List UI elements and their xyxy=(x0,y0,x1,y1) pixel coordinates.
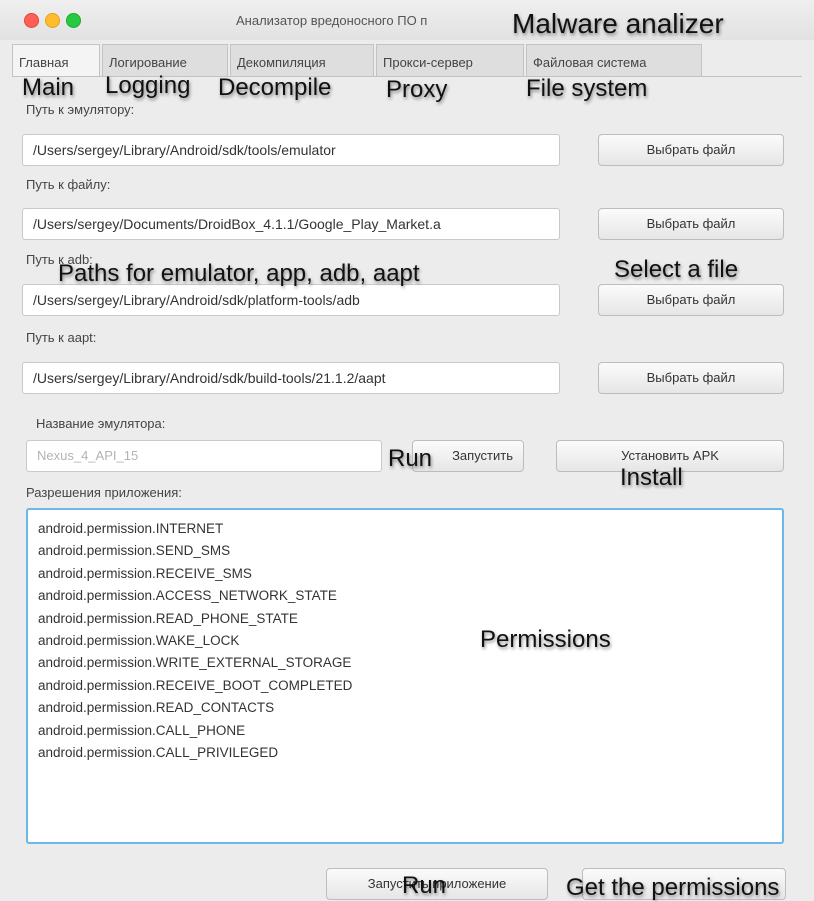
tab-main[interactable]: Главная xyxy=(12,44,100,78)
tab-main-label: Главная xyxy=(19,55,69,70)
aapt-path-label: Путь к aapt: xyxy=(26,330,97,345)
permission-item: android.permission.CALL_PRIVILEGED xyxy=(38,745,279,761)
permissions-list[interactable]: android.permission.INTERNET android.perm… xyxy=(26,508,784,844)
caption-paths: Paths for emulator, app, adb, aapt xyxy=(58,260,420,287)
permission-item: android.permission.CALL_PHONE xyxy=(38,722,246,738)
file-path-label: Путь к файлу: xyxy=(26,177,111,192)
permission-item: android.permission.WRITE_EXTERNAL_STORAG… xyxy=(38,655,352,671)
adb-path-field[interactable]: /Users/sergey/Library/Android/sdk/platfo… xyxy=(22,284,560,316)
caption-run-emulator: Run xyxy=(388,445,433,472)
app-window: Анализатор вредоносного ПО п Malware ana… xyxy=(0,0,814,901)
choose-aapt-file-button[interactable]: Выбрать файл xyxy=(598,362,784,394)
emulator-name-label: Название эмулятора: xyxy=(36,416,166,431)
emulator-name-field[interactable]: Nexus_4_API_15 xyxy=(26,440,382,472)
zoom-window-button[interactable] xyxy=(66,13,81,28)
caption-run-app: Run xyxy=(402,872,447,899)
tab-file-system[interactable]: Файловая система xyxy=(526,44,702,76)
permission-item: android.permission.INTERNET xyxy=(38,521,224,536)
choose-app-file-button[interactable]: Выбрать файл xyxy=(598,208,784,240)
file-path-field[interactable]: /Users/sergey/Documents/DroidBox_4.1.1/G… xyxy=(22,208,560,240)
permission-item: android.permission.WAKE_LOCK xyxy=(38,633,240,649)
caption-select-file: Select a file xyxy=(614,256,739,283)
tab-file-system-label: Файловая система xyxy=(533,55,647,70)
permission-item: android.permission.ACCESS_NETWORK_STATE xyxy=(38,588,337,604)
caption-decompile: Decompile xyxy=(218,74,332,101)
choose-emulator-file-button[interactable]: Выбрать файл xyxy=(598,134,784,166)
emulator-path-label: Путь к эмулятору: xyxy=(26,102,135,117)
permission-item: android.permission.RECEIVE_BOOT_COMPLETE… xyxy=(38,677,353,693)
permission-item: android.permission.READ_PHONE_STATE xyxy=(38,610,298,626)
window-title: Анализатор вредоносного ПО п xyxy=(236,13,428,28)
tab-decompile-label: Декомпиляция xyxy=(237,55,326,70)
caption-file-system: File system xyxy=(526,75,648,102)
permissions-label: Разрешения приложения: xyxy=(26,485,182,500)
permission-item: android.permission.RECEIVE_SMS xyxy=(38,565,252,581)
close-window-button[interactable] xyxy=(24,13,39,28)
caption-main: Main xyxy=(22,74,75,101)
caption-permissions: Permissions xyxy=(480,626,611,653)
choose-adb-file-button[interactable]: Выбрать файл xyxy=(598,284,784,316)
tab-proxy[interactable]: Прокси-сервер xyxy=(376,44,524,76)
caption-proxy: Proxy xyxy=(386,76,448,103)
minimize-window-button[interactable] xyxy=(45,13,60,28)
caption-logging: Logging xyxy=(105,72,191,99)
aapt-path-field[interactable]: /Users/sergey/Library/Android/sdk/build-… xyxy=(22,362,560,394)
caption-title: Malware analizer xyxy=(512,8,724,39)
tab-logging-label: Логирование xyxy=(109,55,187,70)
caption-get-permissions: Get the permissions xyxy=(566,874,780,901)
permission-item: android.permission.READ_CONTACTS xyxy=(38,700,275,716)
emulator-path-field[interactable]: /Users/sergey/Library/Android/sdk/tools/… xyxy=(22,134,560,166)
caption-install: Install xyxy=(620,464,683,491)
tab-decompile[interactable]: Декомпиляция xyxy=(230,44,374,76)
tab-proxy-label: Прокси-сервер xyxy=(383,55,473,70)
permission-item: android.permission.SEND_SMS xyxy=(38,543,231,559)
